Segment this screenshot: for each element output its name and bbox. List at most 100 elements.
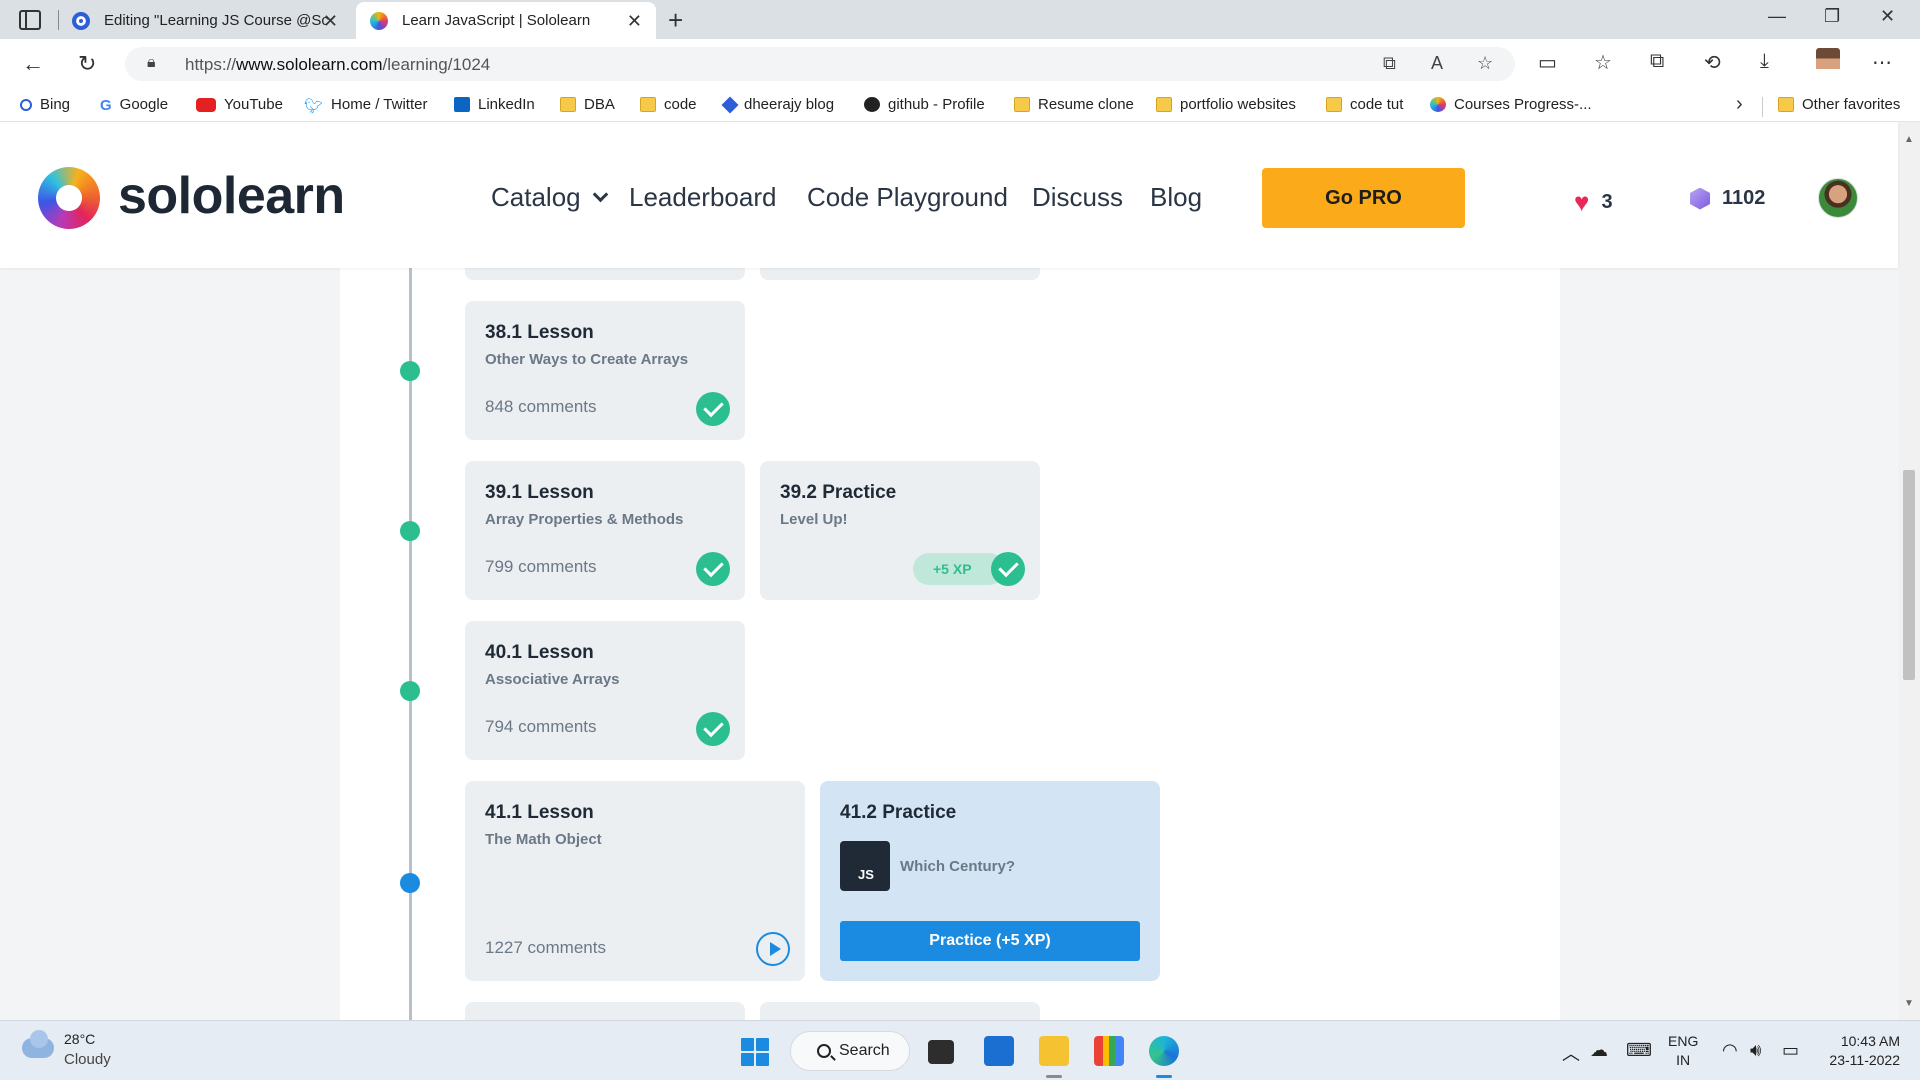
url-text[interactable]: https://www.sololearn.com/learning/1024 [185,55,490,75]
nav-leaderboard[interactable]: Leaderboard [629,182,776,213]
bookmark-code-tut[interactable]: code tut [1326,96,1403,113]
folder-icon [1156,97,1172,112]
bookmark-other-favorites[interactable]: Other favorites [1778,96,1900,113]
nav-code-playground[interactable]: Code Playground [807,182,1008,213]
cast-icon[interactable]: ▭ [1538,50,1557,75]
lesson-card[interactable]: 39.1 Lesson Array Properties & Methods 7… [465,461,745,600]
collections-icon[interactable]: ⧉ [1650,50,1664,73]
scroll-up-icon[interactable]: ▲ [1904,134,1914,145]
tab-editing-course[interactable]: Editing "Learning JS Course @Sc ✕ [62,2,352,39]
bookmark-youtube[interactable]: YouTube [196,96,283,113]
comments-link[interactable]: 794 comments [485,717,597,737]
bookmark-linkedin[interactable]: LinkedIn [454,96,535,113]
more-bookmarks-chevron-icon[interactable]: › [1736,93,1743,116]
comments-link[interactable]: 848 comments [485,397,597,417]
tab-actions-icon[interactable] [19,10,41,30]
keyboard-icon[interactable]: ⌨ [1626,1040,1652,1061]
go-pro-button[interactable]: Go PRO [1262,168,1465,228]
nav-blog[interactable]: Blog [1150,182,1202,213]
comments-link[interactable]: 1227 comments [485,938,606,958]
bookmark-dba[interactable]: DBA [560,96,615,113]
close-tab-icon[interactable]: ✕ [627,11,642,32]
scrollbar-thumb[interactable] [1903,470,1915,680]
file-explorer-icon[interactable] [1039,1036,1069,1066]
windows-taskbar: 28°C Cloudy Search ︿ ☁ ⌨ ENG IN ◠ 🔊︎ ▭ 10… [0,1020,1920,1080]
github-icon [864,97,880,112]
app-available-icon[interactable]: ⧉ [1383,53,1396,74]
lesson-card[interactable]: 38.1 Lesson Other Ways to Create Arrays … [465,301,745,440]
profile-avatar-icon[interactable] [1816,48,1840,78]
favorites-icon[interactable]: ☆ [1594,50,1612,75]
downloads-icon[interactable]: ⤓ [1760,50,1769,73]
history-icon[interactable]: ⟲ [1704,50,1721,75]
windows-start-icon[interactable] [741,1038,769,1066]
scroll-down-icon[interactable]: ▼ [1904,998,1914,1009]
refresh-icon[interactable]: ↻ [78,51,96,77]
bookmark-portfolio-websites[interactable]: portfolio websites [1156,96,1296,113]
address-toolbar: ← ↻ 🔒︎ https://www.sololearn.com/learnin… [0,39,1920,89]
system-clock[interactable]: 10:43 AM 23-11-2022 [1826,1032,1900,1070]
comments-link[interactable]: 799 comments [485,557,597,577]
bookmark-twitter[interactable]: 🐦︎ Home / Twitter [304,96,427,115]
bits-counter[interactable]: 1102 [1690,187,1765,210]
bookmark-google[interactable]: G Google [100,96,168,114]
lesson-card-partial[interactable] [465,1002,745,1020]
bookmark-dheerajy-blog[interactable]: dheerajy blog [721,96,834,113]
vertical-scrollbar[interactable]: ▲ ▼ [1898,122,1920,1020]
onedrive-cloud-icon[interactable]: ☁ [1590,1040,1608,1061]
bookmark-resume-clone[interactable]: Resume clone [1014,96,1134,113]
google-icon: G [100,97,112,114]
minimize-icon[interactable]: — [1768,6,1786,27]
completed-check-icon [696,552,730,586]
lesson-card-current[interactable]: 41.1 Lesson The Math Object 1227 comment… [465,781,805,981]
wifi-icon[interactable]: ◠ [1722,1040,1738,1061]
practice-card[interactable]: 39.2 Practice Level Up! +5 XP [760,461,1040,600]
user-avatar[interactable] [1818,178,1858,218]
bookmark-code[interactable]: code [640,96,697,113]
task-view-icon[interactable] [928,1040,954,1064]
practice-card-active[interactable]: 41.2 Practice JS Which Century? Practice… [820,781,1160,981]
bookmark-courses-progress[interactable]: Courses Progress-... [1430,96,1592,113]
back-icon[interactable]: ← [22,51,44,77]
bing-icon [20,98,32,111]
cloudy-weather-icon[interactable] [22,1030,54,1058]
restore-icon[interactable]: ❐ [1824,6,1840,27]
hearts-counter[interactable]: ♥ 3 [1574,187,1613,218]
weather-description[interactable]: Cloudy [64,1051,111,1068]
address-bar[interactable]: 🔒︎ https://www.sololearn.com/learning/10… [125,47,1515,81]
show-hidden-icons-chevron-icon[interactable]: ︿ [1562,1040,1580,1066]
volume-icon[interactable]: 🔊︎ [1750,1040,1761,1061]
gmail-app-icon[interactable] [1094,1036,1124,1066]
play-lesson-icon[interactable] [756,932,790,966]
more-options-icon[interactable]: ⋯ [1872,50,1892,75]
new-tab-icon[interactable]: + [668,5,683,36]
lesson-title: 38.1 Lesson [485,322,594,343]
practice-card-partial[interactable] [760,1002,1040,1020]
bookmark-bing[interactable]: Bing [20,96,70,113]
taskbar-search[interactable]: Search [790,1031,910,1071]
mail-app-icon[interactable] [984,1036,1014,1066]
close-window-icon[interactable]: ✕ [1880,6,1895,27]
search-icon [817,1044,831,1058]
completed-check-icon [696,392,730,426]
edge-browser-icon[interactable] [1149,1036,1179,1066]
tab-title: Learn JavaScript | Sololearn [402,12,591,29]
practice-name: Which Century? [900,858,1015,875]
nav-discuss[interactable]: Discuss [1032,182,1123,213]
lock-icon[interactable]: 🔒︎ [147,54,156,72]
tab-learn-javascript[interactable]: Learn JavaScript | Sololearn ✕ [356,2,656,39]
add-favorite-icon[interactable]: ☆ [1477,53,1493,74]
close-tab-icon[interactable]: ✕ [323,11,338,32]
read-aloud-icon[interactable]: A [1431,53,1443,74]
lesson-subtitle: Other Ways to Create Arrays [485,351,689,368]
bookmark-github-profile[interactable]: github - Profile [864,96,985,113]
weather-temperature[interactable]: 28°C [64,1031,95,1047]
battery-icon[interactable]: ▭ [1782,1040,1799,1061]
site-logo-text[interactable]: sololearn [118,166,345,226]
sololearn-logo-icon[interactable] [38,167,100,229]
sololearn-favicon-icon [370,11,388,30]
practice-button[interactable]: Practice (+5 XP) [840,921,1140,961]
lesson-card[interactable]: 40.1 Lesson Associative Arrays 794 comme… [465,621,745,760]
input-language[interactable]: ENG IN [1668,1032,1698,1070]
nav-catalog[interactable]: Catalog [491,182,608,213]
